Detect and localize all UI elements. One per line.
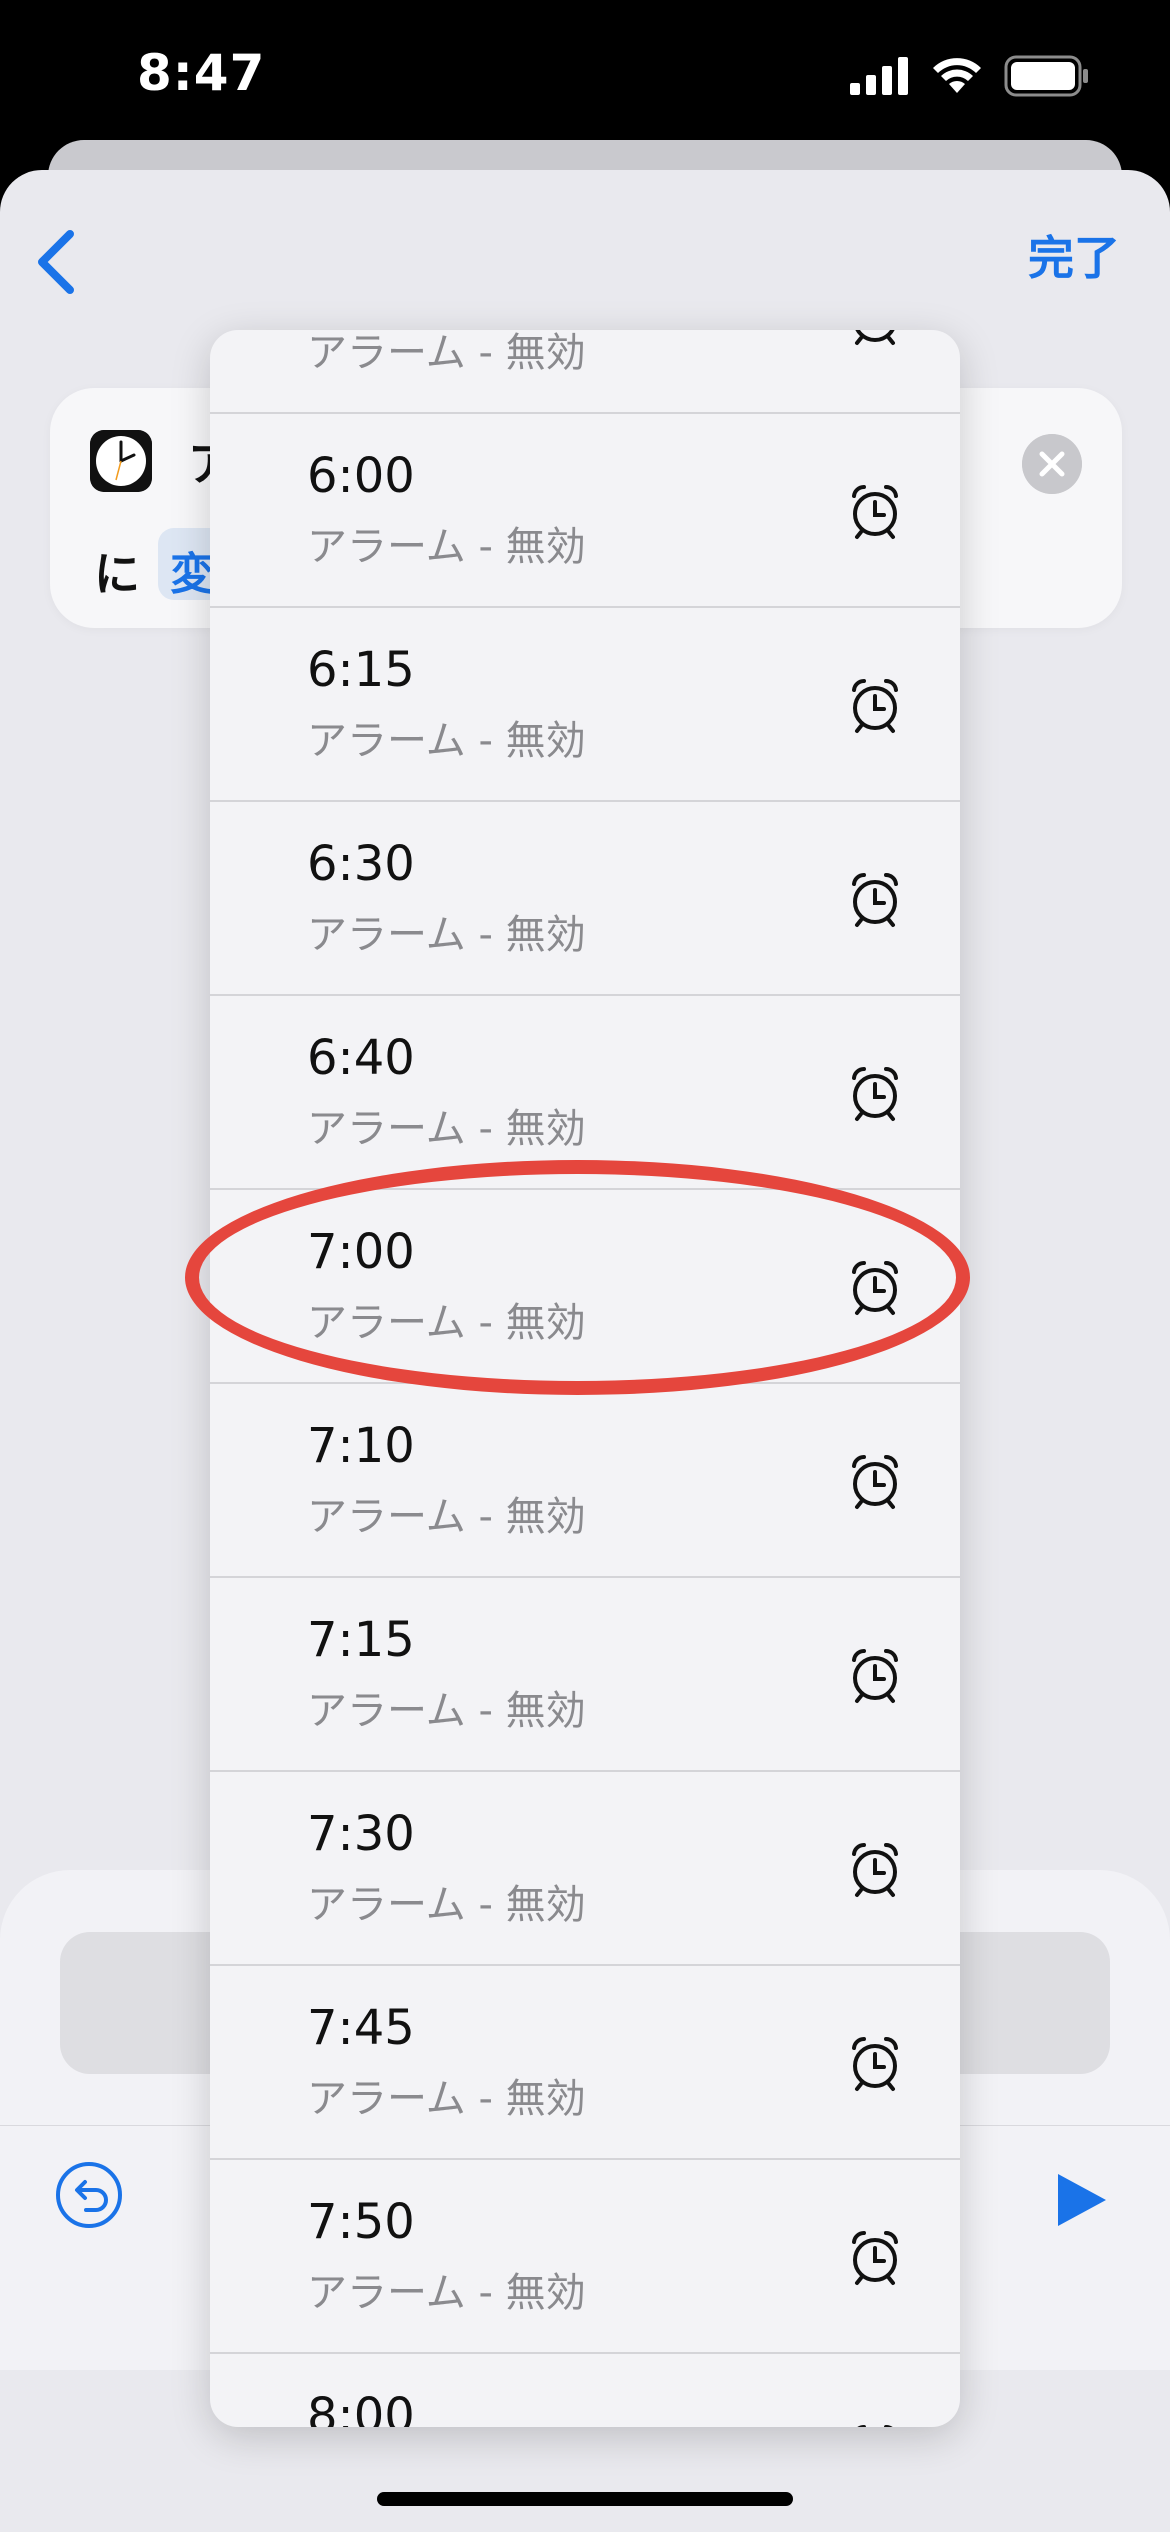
alarm-time: 7:50 <box>307 2194 415 2250</box>
alarm-clock-icon <box>852 1066 898 1121</box>
status-time: 8:47 <box>137 44 266 102</box>
alarm-clock-icon <box>857 2424 893 2427</box>
alarm-row[interactable]: 7:50 アラーム - 無効 <box>210 2160 960 2354</box>
alarm-time: 7:15 <box>307 1612 415 1668</box>
alarm-row[interactable]: 8:00 <box>210 2354 960 2427</box>
alarm-time: 6:00 <box>307 448 415 504</box>
alarm-time: 6:30 <box>307 836 415 892</box>
alarm-time: 7:45 <box>307 2000 415 2056</box>
alarm-row[interactable]: 7:30 アラーム - 無効 <box>210 1772 960 1966</box>
done-button[interactable]: 完了 <box>1028 222 1120 288</box>
alarm-clock-icon <box>852 872 898 927</box>
status-bar: 8:47 <box>0 0 1170 150</box>
status-icons <box>850 55 1090 97</box>
remove-action-icon[interactable] <box>1022 434 1082 494</box>
undo-icon[interactable] <box>54 2160 124 2230</box>
battery-icon <box>1004 55 1088 97</box>
alarm-row[interactable]: 7:45 アラーム - 無効 <box>210 1966 960 2160</box>
highlight-ellipse <box>185 1160 970 1395</box>
alarm-subtitle: アラーム - 無効 <box>307 912 586 958</box>
alarm-row[interactable]: 7:15 アラーム - 無効 <box>210 1578 960 1772</box>
alarm-row[interactable]: 7:10 アラーム - 無効 <box>210 1384 960 1578</box>
clock-app-icon <box>90 430 152 492</box>
alarm-clock-icon <box>852 2036 898 2091</box>
alarm-subtitle: アラーム - 無効 <box>307 2270 586 2316</box>
alarm-subtitle: アラーム - 無効 <box>307 1494 586 1540</box>
alarm-clock-icon <box>852 484 898 539</box>
alarm-clock-icon <box>852 1648 898 1703</box>
action-prefix-fragment: に <box>94 547 140 601</box>
alarm-row[interactable]: 6:00 アラーム - 無効 <box>210 414 960 608</box>
alarm-time: 7:10 <box>307 1418 415 1474</box>
alarm-clock-icon <box>852 678 898 733</box>
alarm-clock-icon <box>855 330 895 345</box>
alarm-row[interactable]: 6:30 アラーム - 無効 <box>210 802 960 996</box>
alarm-row[interactable]: 6:15 アラーム - 無効 <box>210 608 960 802</box>
alarm-clock-icon <box>852 1842 898 1897</box>
alarm-row[interactable]: アラーム - 無効 <box>210 330 960 414</box>
alarm-clock-icon <box>852 2230 898 2285</box>
alarm-clock-icon <box>852 1454 898 1509</box>
alarm-time: 6:15 <box>307 642 415 698</box>
play-icon[interactable] <box>1050 2170 1110 2230</box>
home-indicator <box>377 2492 793 2506</box>
cellular-signal-icon <box>850 57 908 95</box>
wifi-icon <box>933 58 981 93</box>
alarm-subtitle: アラーム - 無効 <box>307 1106 586 1152</box>
back-chevron-icon[interactable] <box>22 222 92 302</box>
alarm-time: 6:40 <box>307 1030 415 1086</box>
alarm-subtitle: アラーム - 無効 <box>307 330 586 376</box>
alarm-time: 7:30 <box>307 1806 415 1862</box>
alarm-subtitle: アラーム - 無効 <box>307 2076 586 2122</box>
alarm-time: 8:00 <box>307 2388 415 2427</box>
alarm-subtitle: アラーム - 無効 <box>307 718 586 764</box>
variable-chip-label: 変 <box>170 549 214 600</box>
alarm-subtitle: アラーム - 無効 <box>307 524 586 570</box>
alarm-subtitle: アラーム - 無効 <box>307 1882 586 1928</box>
alarm-subtitle: アラーム - 無効 <box>307 1688 586 1734</box>
